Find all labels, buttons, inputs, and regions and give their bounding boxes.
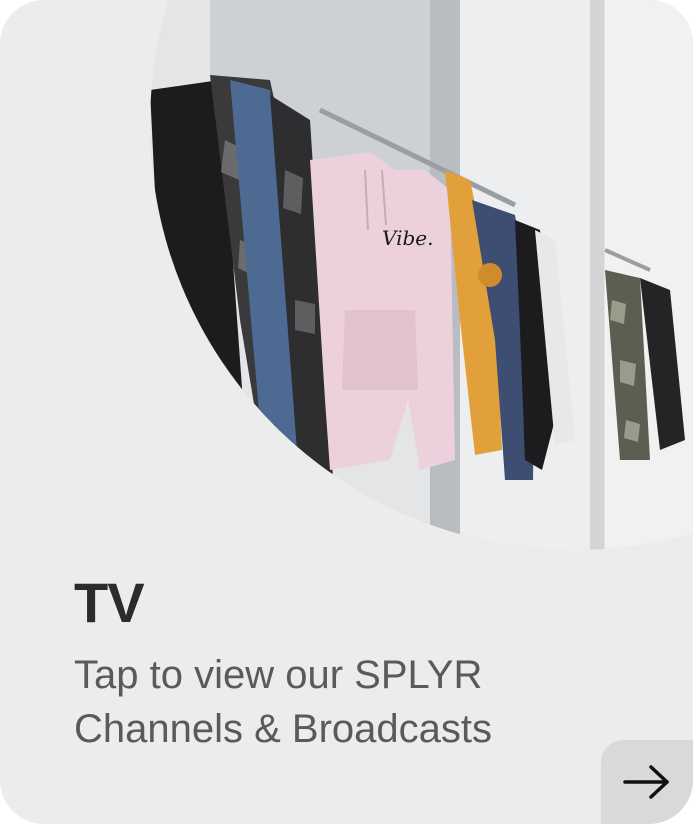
clothing-rack-photo: Vibe. [150,0,693,550]
card-title: TV [74,571,145,634]
svg-text:Vibe.: Vibe. [382,226,433,250]
open-tv-button[interactable] [601,740,693,824]
card-subtitle: Tap to view our SPLYR Channels & Broadca… [74,648,634,756]
subtitle-line: Channels & Broadcasts [74,707,493,751]
arrow-right-icon [623,765,669,799]
tv-card[interactable]: Vibe. TV Tap to view our SPLYR Channels … [0,0,693,824]
subtitle-line: Tap to view our SPLYR [74,653,483,697]
